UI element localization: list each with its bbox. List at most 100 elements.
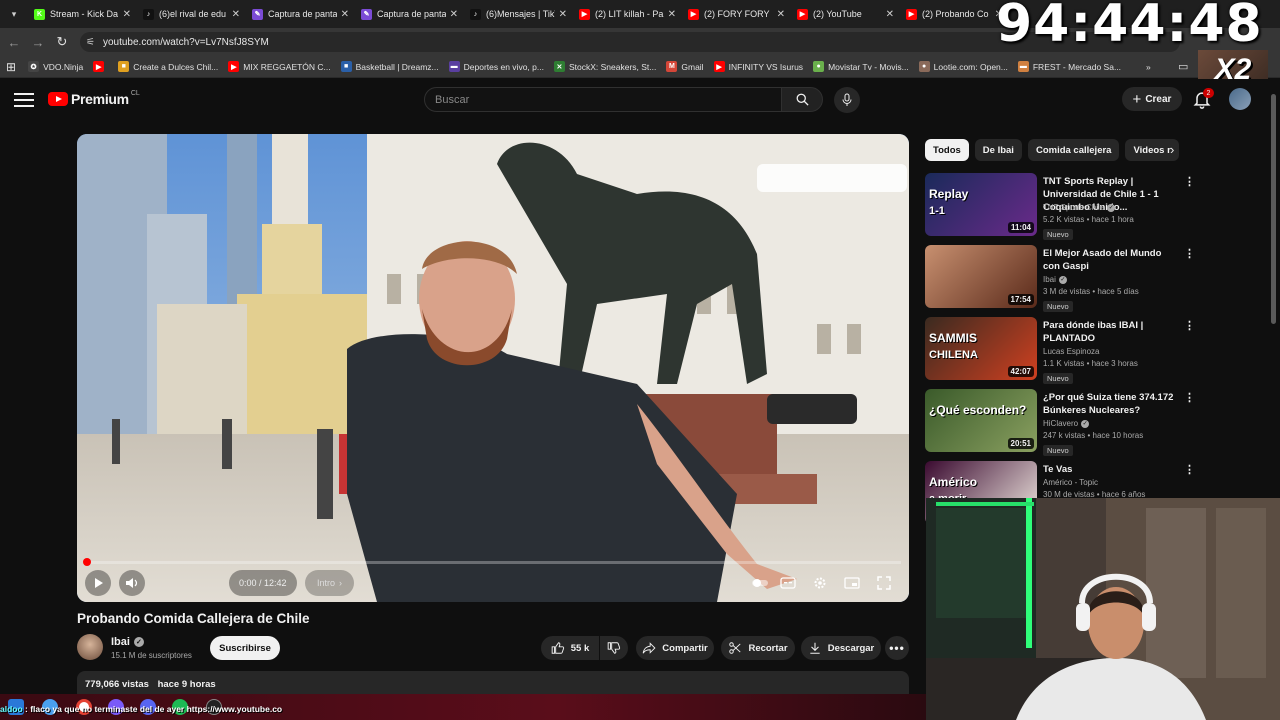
search-input[interactable]: Buscar: [424, 87, 782, 112]
apps-grid-icon[interactable]: ⊞: [6, 60, 16, 74]
channel-avatar[interactable]: [77, 634, 103, 660]
video-thumbnail[interactable]: 17:54: [925, 245, 1037, 308]
account-avatar[interactable]: [1229, 88, 1251, 110]
autoplay-toggle-icon[interactable]: [751, 574, 769, 592]
bookmark-item[interactable]: ✕ StockX: Sneakers, St...: [553, 61, 656, 72]
chapter-button[interactable]: Intro ›: [305, 570, 355, 596]
bookmark-favicon-icon: ●: [813, 61, 825, 72]
channel-name-link[interactable]: Ibai ✓: [111, 636, 144, 648]
chevron-right-icon[interactable]: ›: [1170, 142, 1174, 157]
bookmarks-overflow-icon[interactable]: »: [1146, 62, 1151, 72]
recommended-title[interactable]: Para dónde ibas IBAI | PLANTADO: [1043, 319, 1179, 345]
browser-tab[interactable]: ▶ (2) Probando Co ✕: [900, 0, 1009, 28]
bookmark-item[interactable]: ■ Basketball | Dreamz...: [340, 61, 439, 72]
recommended-video[interactable]: 17:54 El Mejor Asado del Mundo con Gaspi I…: [925, 245, 1195, 312]
browser-tab[interactable]: ▶ (2) LIT killah - Pa ✕: [573, 0, 682, 28]
bookmark-item[interactable]: ● Movistar Tv - Movis...: [813, 61, 909, 72]
recommended-title[interactable]: ¿Por qué Suiza tiene 374.172 Búnkeres Nu…: [1043, 391, 1179, 417]
bookmark-label: Gmail: [681, 61, 704, 72]
browser-tab[interactable]: ▶ (2) YouTube ✕: [791, 0, 900, 28]
tab-favicon-icon: ▶: [579, 8, 590, 20]
video-thumbnail[interactable]: Replay 1-1 11:04: [925, 173, 1037, 236]
browser-tab[interactable]: ▶ (2) FORY FORY ✕: [682, 0, 791, 28]
back-arrow-icon[interactable]: ←: [2, 30, 26, 54]
progress-scrubber[interactable]: [83, 558, 91, 566]
dislike-button[interactable]: [600, 636, 628, 660]
youtube-premium-logo[interactable]: Premium CL: [48, 90, 140, 107]
filter-chip[interactable]: Comida callejera: [1027, 139, 1120, 161]
more-vert-icon[interactable]: ⋮: [1184, 247, 1195, 260]
site-info-icon[interactable]: ⚟: [86, 37, 95, 48]
search-button[interactable]: [781, 87, 823, 112]
subscribe-button[interactable]: Suscribirse: [210, 636, 280, 660]
play-button[interactable]: [85, 570, 111, 596]
recommended-channel[interactable]: HiClavero ✓: [1043, 419, 1090, 428]
thumbnail-text: ¿Qué esconden?: [929, 403, 1027, 417]
browser-tab[interactable]: ♪ (6)Mensajes | TikT ✕: [464, 0, 573, 28]
close-icon[interactable]: ✕: [668, 9, 676, 20]
close-icon[interactable]: ✕: [232, 9, 240, 20]
recommended-channel[interactable]: Ibai ✓: [1043, 275, 1067, 284]
bookmark-item[interactable]: ● Lootie.com: Open...: [918, 61, 1008, 72]
tab-title: (2) LIT killah - Pa: [595, 9, 664, 19]
bookmark-item[interactable]: ▶ MIX REGGAETÓN C...: [228, 61, 331, 72]
bookmark-item[interactable]: ■ Create a Dulces Chil...: [118, 61, 218, 72]
recommended-channel[interactable]: TNT Sports Chile ✓: [1043, 203, 1116, 212]
browser-tab[interactable]: K Stream - Kick Da ✕: [28, 0, 137, 28]
recommended-title[interactable]: Te Vas: [1043, 463, 1179, 476]
reload-icon[interactable]: ↻: [50, 30, 74, 54]
share-button[interactable]: Compartir: [636, 636, 714, 660]
recommended-title[interactable]: El Mejor Asado del Mundo con Gaspi: [1043, 247, 1179, 273]
youtube-play-icon: [48, 92, 68, 106]
more-vert-icon[interactable]: ⋮: [1184, 391, 1195, 404]
video-thumbnail[interactable]: SAMMIS CHILENA 42:07: [925, 317, 1037, 380]
browser-tab[interactable]: ✎ Captura de panta ✕: [246, 0, 355, 28]
close-icon[interactable]: ✕: [341, 9, 349, 20]
more-vert-icon[interactable]: ⋮: [1184, 463, 1195, 476]
autoplay-icon: [752, 579, 768, 587]
download-button[interactable]: Descargar: [801, 636, 881, 660]
bookmark-item[interactable]: ✪ VDO.Ninja: [28, 61, 83, 72]
fullscreen-icon[interactable]: [875, 574, 893, 592]
subtitles-icon[interactable]: [779, 574, 797, 592]
clip-button[interactable]: Recortar: [721, 636, 795, 660]
more-vert-icon[interactable]: ⋮: [1184, 319, 1195, 332]
close-icon[interactable]: ✕: [777, 9, 785, 20]
search-icon: [796, 93, 809, 106]
folder-icon[interactable]: ▭: [1178, 60, 1188, 73]
recommended-channel[interactable]: Lucas Espinoza: [1043, 347, 1099, 356]
filter-chip[interactable]: De Ibai: [974, 139, 1022, 161]
voice-search-button[interactable]: [834, 87, 860, 113]
page-scrollbar[interactable]: [1271, 94, 1276, 324]
close-icon[interactable]: ✕: [886, 9, 894, 20]
video-thumbnail[interactable]: ¿Qué esconden? 20:51: [925, 389, 1037, 452]
bookmark-item[interactable]: M Gmail: [666, 61, 704, 72]
settings-gear-icon[interactable]: [811, 574, 829, 592]
recommended-video[interactable]: SAMMIS CHILENA 42:07 Para dónde ibas IBAI |…: [925, 317, 1195, 384]
video-frame: [77, 134, 909, 602]
bookmark-item[interactable]: ▶: [93, 61, 108, 72]
bookmark-item[interactable]: ▬ Deportes en vivo, p...: [448, 61, 544, 72]
more-vert-icon[interactable]: ⋮: [1184, 175, 1195, 188]
close-icon[interactable]: ✕: [123, 9, 131, 20]
browser-tab[interactable]: ♪ (6)el rival de edu ✕: [137, 0, 246, 28]
more-actions-button[interactable]: •••: [885, 636, 909, 660]
bookmark-item[interactable]: ▬ FREST - Mercado Sa...: [1017, 61, 1121, 72]
bookmark-item[interactable]: ▶ INFINITY VS Isurus: [713, 61, 803, 72]
video-player[interactable]: 0:00 / 12:42 Intro ›: [77, 134, 909, 602]
progress-bar[interactable]: [83, 558, 901, 566]
like-button[interactable]: 55 k: [541, 636, 599, 660]
close-icon[interactable]: ✕: [450, 9, 458, 20]
miniplayer-icon[interactable]: [843, 574, 861, 592]
create-button[interactable]: + Crear: [1122, 87, 1182, 111]
volume-button[interactable]: [119, 570, 145, 596]
browser-tab[interactable]: ✎ Captura de panta ✕: [355, 0, 464, 28]
forward-arrow-icon[interactable]: →: [26, 30, 50, 54]
recommended-video[interactable]: Replay 1-1 11:04 TNT Sports Replay | Univer…: [925, 173, 1195, 240]
close-icon[interactable]: ✕: [559, 9, 567, 20]
menu-icon[interactable]: [14, 91, 34, 109]
tab-search-chevron-icon[interactable]: ▾: [0, 0, 28, 28]
filter-chip[interactable]: Todos: [925, 139, 969, 161]
recommended-channel[interactable]: Américo - Topic: [1043, 478, 1098, 487]
recommended-video[interactable]: ¿Qué esconden? 20:51 ¿Por qué Suiza tiene …: [925, 389, 1195, 456]
